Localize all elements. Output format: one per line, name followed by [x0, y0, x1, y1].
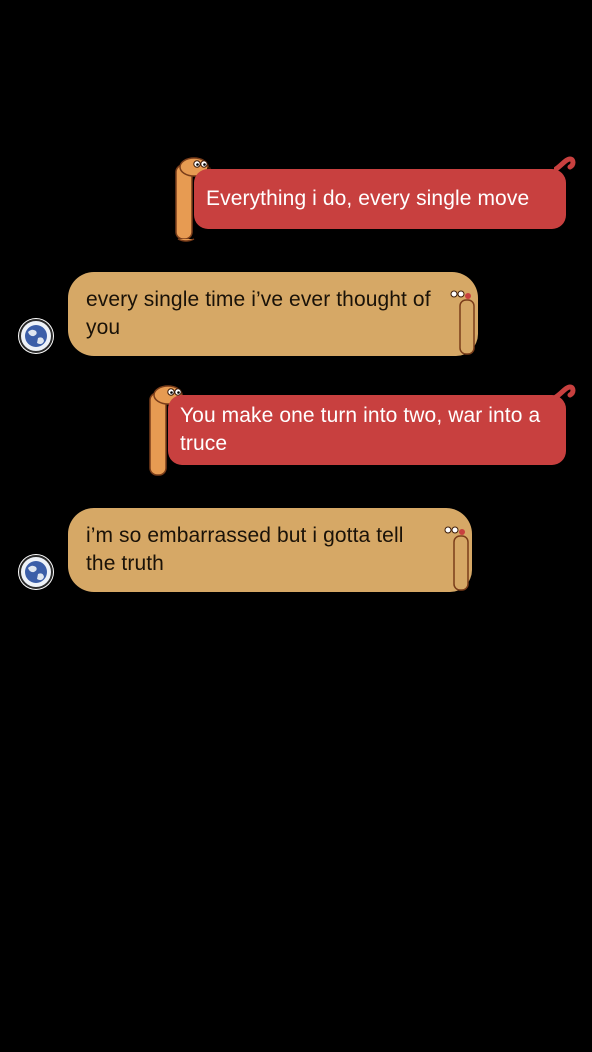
contact-avatar[interactable]: [18, 318, 54, 354]
message-incoming[interactable]: every single time i’ve ever thought of y…: [16, 270, 480, 360]
message-incoming[interactable]: i’m so embarrassed but i gotta tell the …: [16, 506, 474, 596]
dachshund-head-icon: [450, 290, 475, 355]
message-text: every single time i’ve ever thought of y…: [68, 272, 478, 356]
dachshund-head-icon: [444, 526, 469, 591]
message-text: Everything i do, every single move: [194, 169, 566, 229]
message-outgoing[interactable]: Everything i do, every single move: [172, 155, 576, 245]
globe-icon: [19, 319, 53, 353]
globe-icon: [19, 555, 53, 589]
message-outgoing[interactable]: You make one turn into two, war into a t…: [146, 383, 576, 481]
message-text: You make one turn into two, war into a t…: [168, 395, 566, 465]
message-text: i’m so embarrassed but i gotta tell the …: [68, 508, 472, 592]
chat-thread: Everything i do, every single move every…: [0, 0, 592, 1052]
contact-avatar[interactable]: [18, 554, 54, 590]
